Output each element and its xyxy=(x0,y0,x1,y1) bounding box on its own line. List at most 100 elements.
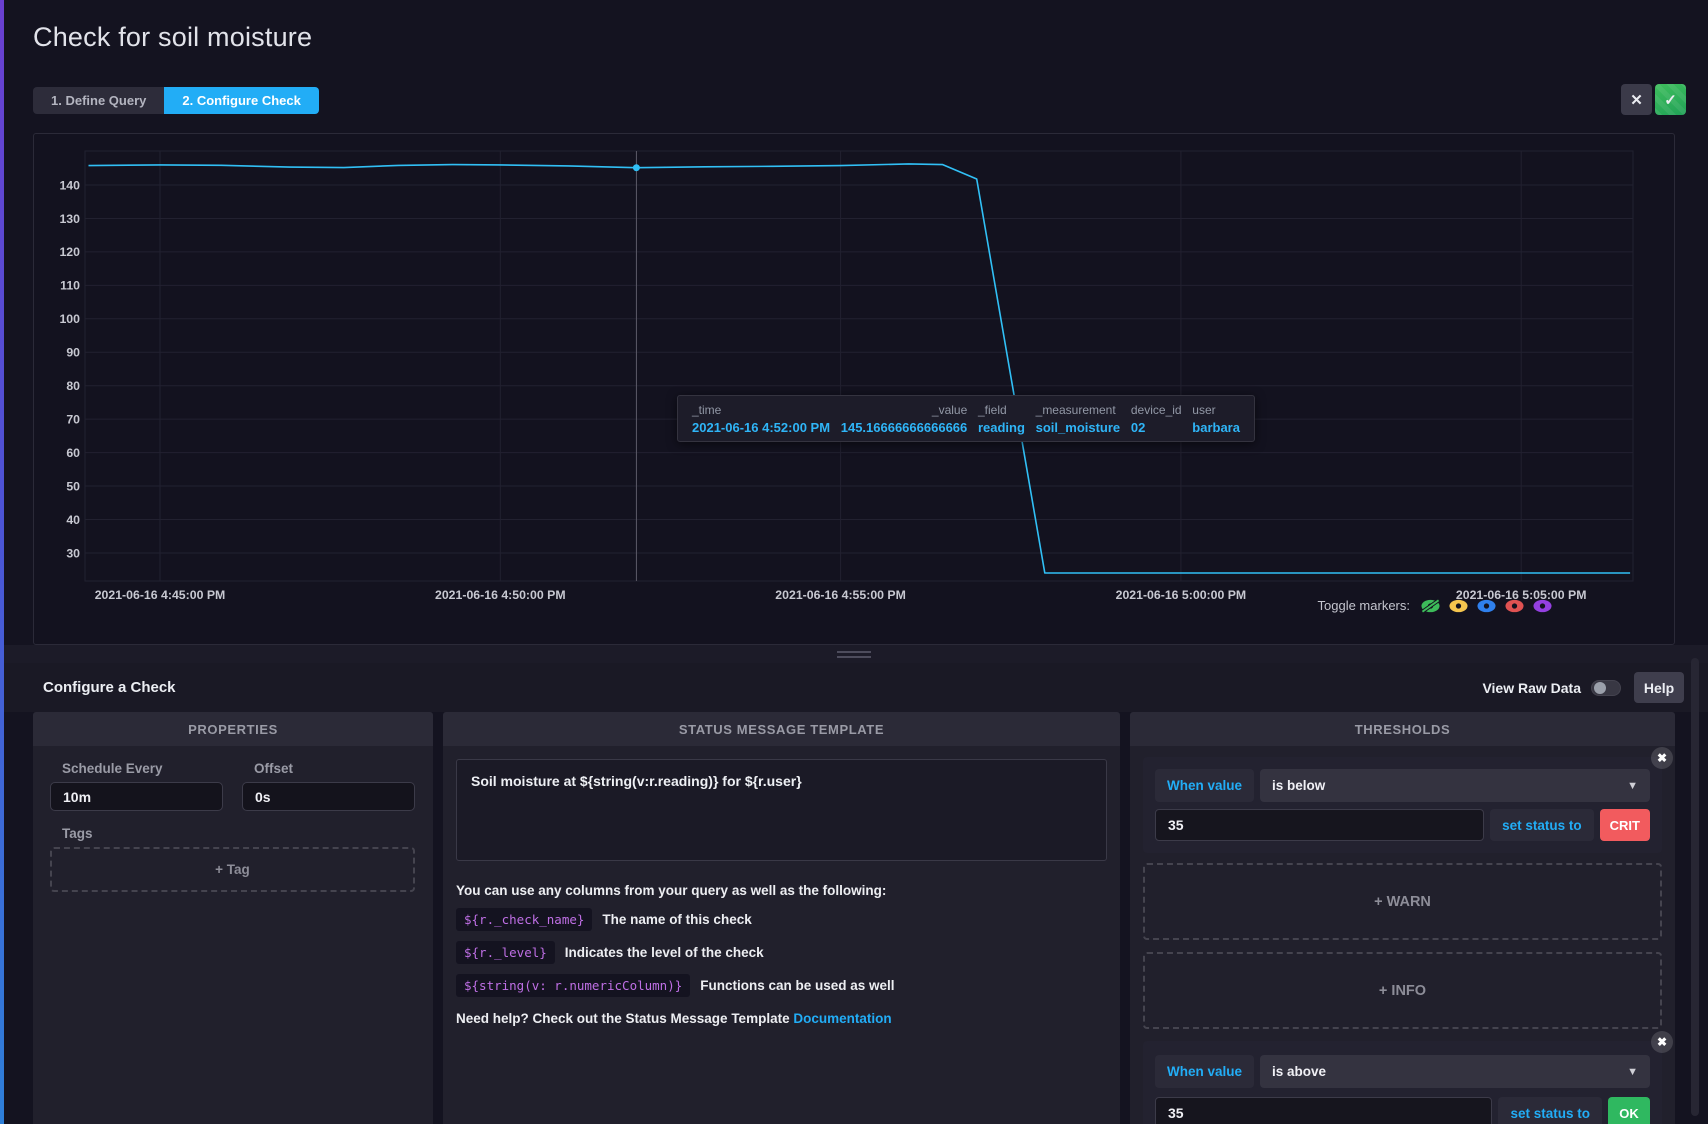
chevron-down-icon: ▼ xyxy=(1627,1066,1638,1078)
tooltip-label: _measurement xyxy=(1036,403,1121,417)
add-info-threshold-button[interactable]: + INFO xyxy=(1143,952,1662,1029)
tooltip-value-column: _value 145.16666666666666 xyxy=(841,403,968,435)
add-info-label: + INFO xyxy=(1379,983,1426,999)
svg-text:60: 60 xyxy=(66,446,80,460)
tooltip-value: soil_moisture xyxy=(1036,420,1121,435)
documentation-link[interactable]: Documentation xyxy=(793,1011,891,1026)
close-icon: ✖ xyxy=(1657,751,1667,765)
template-snippet-row: ${r._level} Indicates the level of the c… xyxy=(456,941,1107,964)
tooltip-time-column: _time 2021-06-16 4:52:00 PM xyxy=(692,403,830,435)
tooltip-value: 145.16666666666666 xyxy=(841,420,968,435)
tooltip-field-column: _field reading xyxy=(978,403,1025,435)
tooltip-label: _field xyxy=(978,403,1025,417)
close-icon: ✖ xyxy=(1657,1035,1667,1049)
condition-selected-value: is below xyxy=(1272,778,1325,793)
tooltip-device-column: device_id 02 xyxy=(1131,403,1182,435)
tooltip-user-column: user barbara xyxy=(1192,403,1240,435)
properties-body: Schedule Every Offset Tags + Tag xyxy=(33,746,433,1124)
schedule-every-input[interactable] xyxy=(50,782,223,811)
eye-icon-red[interactable] xyxy=(1505,599,1524,613)
tooltip-label: _time xyxy=(692,403,830,417)
schedule-every-label: Schedule Every xyxy=(50,761,223,776)
section-title: Configure a Check xyxy=(43,679,176,696)
add-warn-threshold-button[interactable]: + WARN xyxy=(1143,863,1662,940)
condition-dropdown[interactable]: is below ▼ xyxy=(1260,769,1650,802)
line-chart: 304050607080901001101201301402021-06-16 … xyxy=(34,134,1674,644)
tooltip-value: 2021-06-16 4:52:00 PM xyxy=(692,420,830,435)
set-status-to-chip: set status to xyxy=(1490,809,1594,841)
close-icon: ✕ xyxy=(1630,91,1643,109)
add-tag-label: + Tag xyxy=(215,862,250,877)
eye-icon-blue[interactable] xyxy=(1477,599,1496,613)
chart-tooltip: _time 2021-06-16 4:52:00 PM _value 145.1… xyxy=(677,395,1255,442)
properties-panel: PROPERTIES Schedule Every Offset Tags + … xyxy=(33,712,433,1124)
tooltip-label: _value xyxy=(841,403,968,417)
svg-text:30: 30 xyxy=(66,546,80,560)
tab-define-query[interactable]: 1. Define Query xyxy=(33,87,164,114)
svg-text:50: 50 xyxy=(66,479,80,493)
view-raw-data-toggle[interactable] xyxy=(1591,680,1621,696)
tab-configure-check[interactable]: 2. Configure Check xyxy=(164,87,318,114)
when-value-chip[interactable]: When value xyxy=(1155,769,1254,802)
level-button-ok[interactable]: OK xyxy=(1608,1097,1650,1124)
svg-text:70: 70 xyxy=(66,412,80,426)
configure-check-bar: Configure a Check View Raw Data Help xyxy=(0,663,1708,712)
svg-text:110: 110 xyxy=(60,279,80,293)
snippet-description: Indicates the level of the check xyxy=(565,945,764,960)
properties-header: PROPERTIES xyxy=(33,712,433,746)
vertical-scrollbar[interactable] xyxy=(1691,658,1699,1116)
page-title: Check for soil moisture xyxy=(33,22,312,53)
svg-text:90: 90 xyxy=(66,346,80,360)
svg-text:140: 140 xyxy=(59,178,80,192)
condition-dropdown[interactable]: is above ▼ xyxy=(1260,1055,1650,1088)
thresholds-panel: THRESHOLDS ✖ When value is below ▼ set s… xyxy=(1130,712,1675,1124)
tooltip-value: reading xyxy=(978,420,1025,435)
thresholds-header: THRESHOLDS xyxy=(1130,712,1675,746)
code-check-name: ${r._check_name} xyxy=(456,908,592,931)
eye-icon-purple[interactable] xyxy=(1533,599,1552,613)
cancel-button[interactable]: ✕ xyxy=(1621,84,1652,115)
configure-bar-controls: View Raw Data Help xyxy=(1482,672,1684,703)
threshold-card-crit: ✖ When value is below ▼ set status to CR… xyxy=(1143,757,1662,853)
help-button[interactable]: Help xyxy=(1634,672,1684,703)
code-level: ${r._level} xyxy=(456,941,555,964)
status-template-body: Soil moisture at ${string(v:r.reading)} … xyxy=(443,746,1120,1124)
template-help-line: Need help? Check out the Status Message … xyxy=(456,1011,1107,1026)
snippet-description: Functions can be used as well xyxy=(700,978,894,993)
tooltip-label: user xyxy=(1192,403,1240,417)
svg-text:2021-06-16 5:00:00 PM: 2021-06-16 5:00:00 PM xyxy=(1116,588,1247,602)
threshold-value-input[interactable] xyxy=(1155,809,1484,841)
tooltip-value: barbara xyxy=(1192,420,1240,435)
tooltip-value: 02 xyxy=(1131,420,1182,435)
save-check-button[interactable]: ✓ xyxy=(1655,84,1686,115)
svg-text:120: 120 xyxy=(59,245,80,259)
checkmark-icon: ✓ xyxy=(1664,91,1677,109)
resize-drag-handle[interactable] xyxy=(0,645,1708,663)
svg-text:100: 100 xyxy=(59,312,80,326)
configure-check-panels: PROPERTIES Schedule Every Offset Tags + … xyxy=(33,712,1675,1124)
condition-selected-value: is above xyxy=(1272,1064,1326,1079)
thresholds-body: ✖ When value is below ▼ set status to CR… xyxy=(1130,746,1675,1124)
remove-threshold-button[interactable]: ✖ xyxy=(1651,1031,1673,1053)
wizard-tabs: 1. Define Query 2. Configure Check xyxy=(33,87,319,114)
svg-text:2021-06-16 4:50:00 PM: 2021-06-16 4:50:00 PM xyxy=(435,588,566,602)
when-value-chip[interactable]: When value xyxy=(1155,1055,1254,1088)
toggle-markers-label: Toggle markers: xyxy=(1318,598,1410,613)
tooltip-measurement-column: _measurement soil_moisture xyxy=(1036,403,1121,435)
offset-input[interactable] xyxy=(242,782,415,811)
eye-icon-yellow[interactable] xyxy=(1449,599,1468,613)
status-template-header: STATUS MESSAGE TEMPLATE xyxy=(443,712,1120,746)
remove-threshold-button[interactable]: ✖ xyxy=(1651,747,1673,769)
view-raw-data-label: View Raw Data xyxy=(1482,680,1581,696)
status-message-textarea[interactable]: Soil moisture at ${string(v:r.reading)} … xyxy=(456,759,1107,861)
check-preview-chart[interactable]: 304050607080901001101201301402021-06-16 … xyxy=(33,133,1675,645)
template-intro-text: You can use any columns from your query … xyxy=(456,883,1107,898)
add-tag-button[interactable]: + Tag xyxy=(50,847,415,892)
toggle-knob xyxy=(1594,682,1606,694)
svg-text:2021-06-16 4:55:00 PM: 2021-06-16 4:55:00 PM xyxy=(775,588,906,602)
eye-off-icon-green[interactable] xyxy=(1421,599,1440,613)
template-snippet-row: ${string(v: r.numericColumn)} Functions … xyxy=(456,974,1107,997)
level-button-crit[interactable]: CRIT xyxy=(1600,809,1650,841)
threshold-value-input[interactable] xyxy=(1155,1097,1492,1124)
status-message-template-panel: STATUS MESSAGE TEMPLATE Soil moisture at… xyxy=(443,712,1120,1124)
